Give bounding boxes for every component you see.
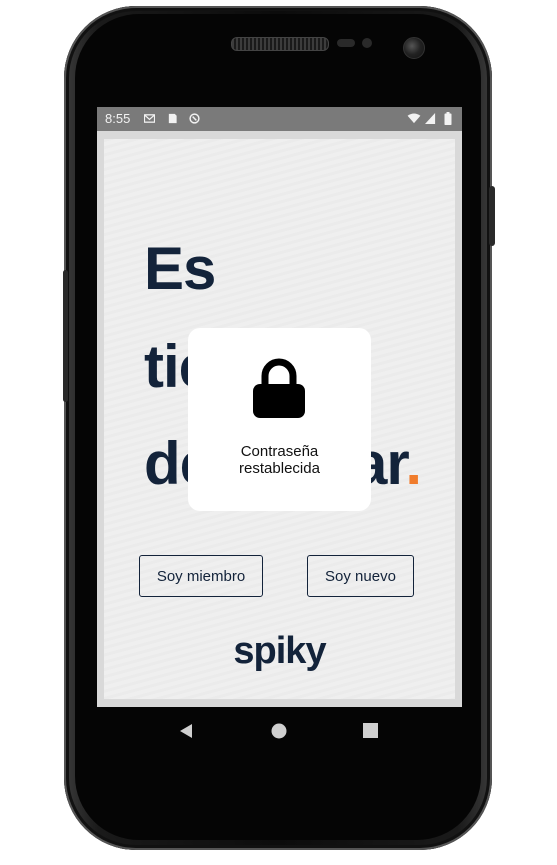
wifi-icon	[407, 113, 421, 124]
status-bar: 8:55	[97, 107, 462, 131]
gmail-icon	[144, 114, 155, 123]
lock-icon	[253, 358, 305, 418]
sd-card-icon	[168, 113, 177, 124]
toast-line-1: Contraseña	[240, 443, 319, 460]
navigation-bar	[97, 707, 462, 755]
toast-line-2: restablecida	[239, 460, 320, 477]
toast-message: Contraseña restablecida	[188, 443, 371, 477]
password-reset-toast: Contraseña restablecida	[188, 328, 371, 511]
earpiece-speaker	[231, 37, 329, 51]
light-sensor	[362, 38, 372, 48]
status-time: 8:55	[105, 111, 131, 126]
spiky-logo: spiky	[233, 630, 326, 672]
volume-button	[63, 270, 68, 402]
hero-period: .	[405, 430, 422, 497]
member-button-label: Soy miembro	[156, 567, 246, 585]
power-button	[489, 186, 495, 246]
battery-icon	[444, 112, 452, 125]
signal-icon	[425, 113, 436, 124]
new-user-button[interactable]: Soy nuevo	[307, 555, 414, 597]
sync-icon	[189, 113, 200, 124]
proximity-sensor	[337, 39, 355, 47]
front-camera	[403, 37, 425, 59]
back-icon[interactable]	[179, 723, 193, 739]
member-button[interactable]: Soy miembro	[139, 555, 263, 597]
recents-icon[interactable]	[363, 723, 378, 738]
new-user-button-label: Soy nuevo	[325, 567, 396, 585]
hero-line-1: Es	[144, 235, 216, 302]
home-icon[interactable]	[271, 723, 287, 739]
